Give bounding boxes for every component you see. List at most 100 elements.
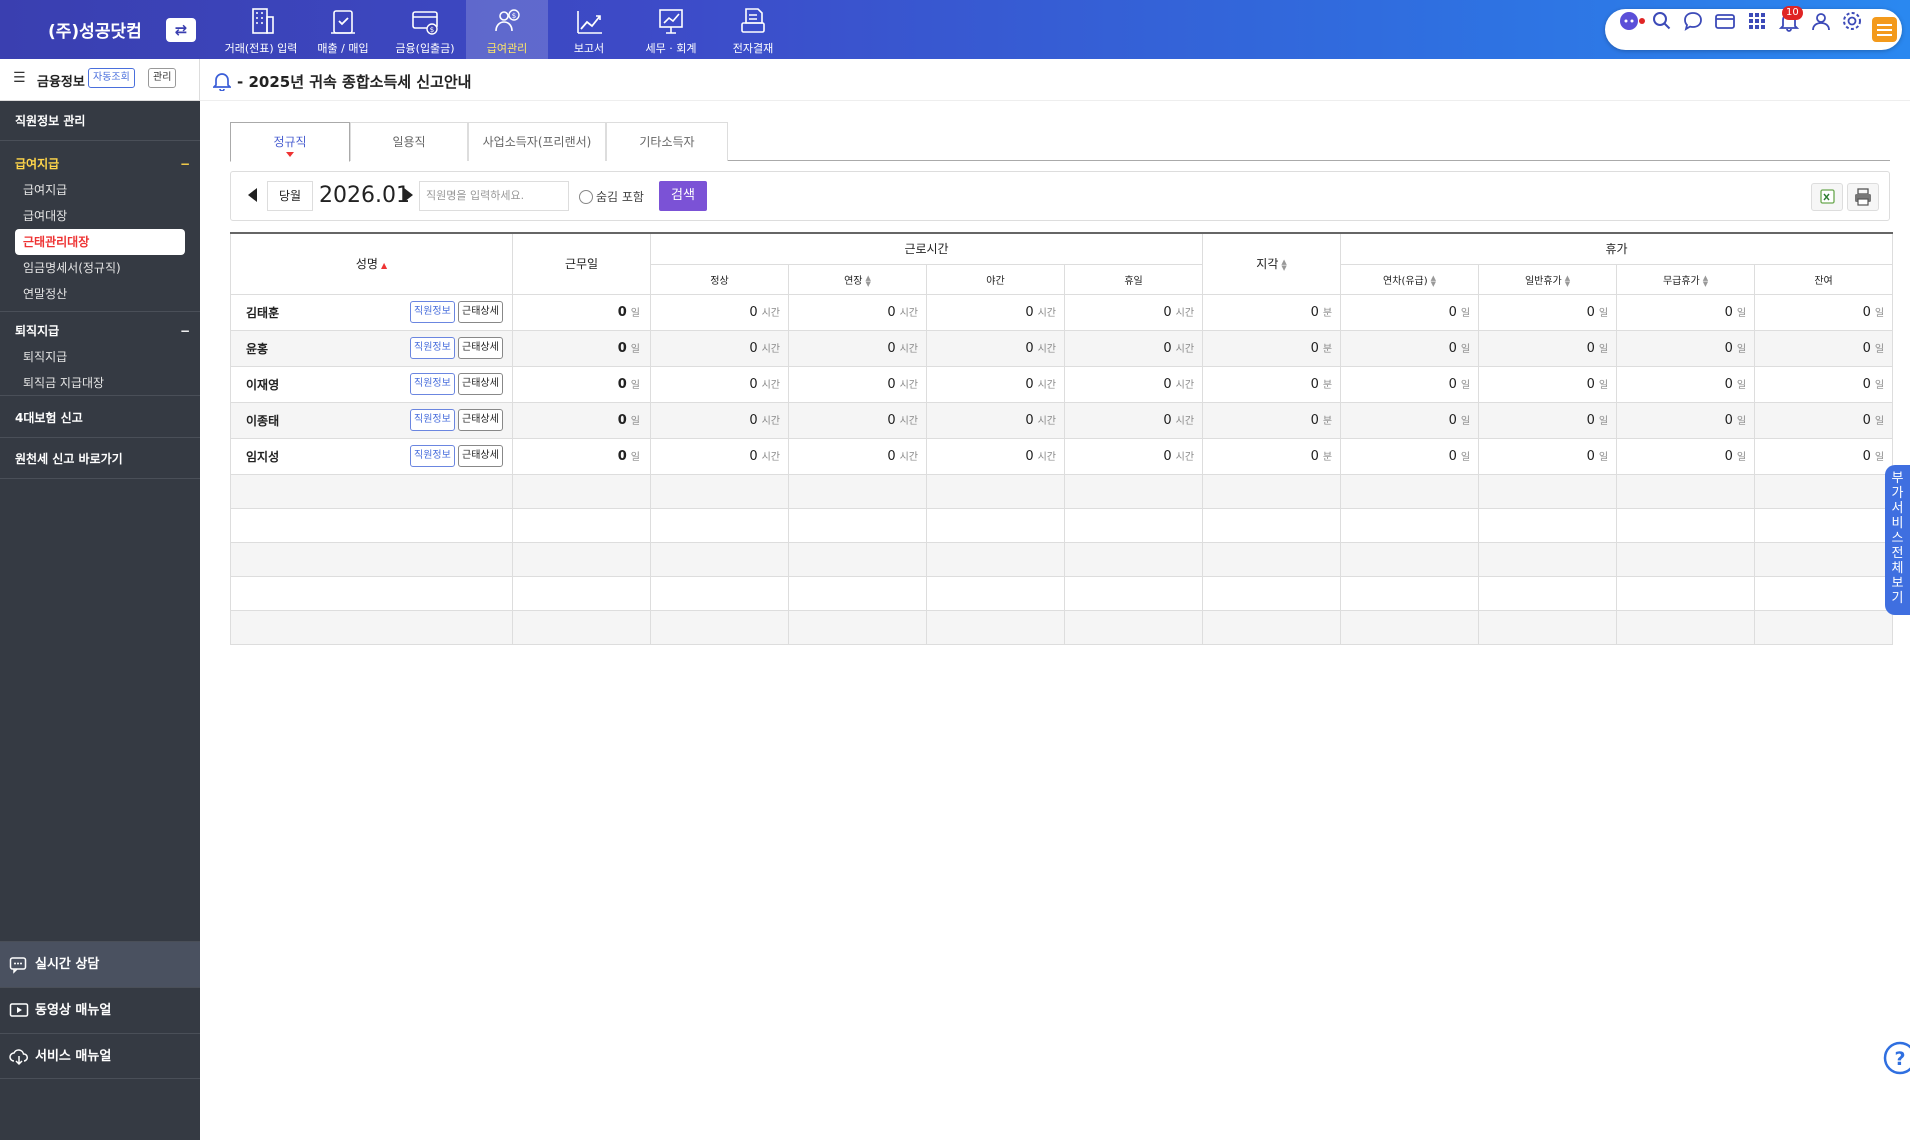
company-brand: (주)성공닷컴 ⇄	[0, 0, 200, 59]
company-name[interactable]: (주)성공닷컴	[48, 17, 142, 42]
nav-payroll[interactable]: $ 급여관리	[466, 0, 548, 59]
sidebar-item-salary-ledger[interactable]: 급여대장	[0, 203, 200, 229]
nav-tax-accounting[interactable]: 세무 · 회계	[630, 0, 712, 59]
col-general-leave-header[interactable]: 일반휴가 ▲ ▼	[1478, 263, 1618, 295]
col-late-header[interactable]: 지각 ▲ ▼	[1202, 232, 1342, 295]
attendance-detail-button[interactable]: 근태상세	[458, 444, 503, 467]
sort-icon[interactable]: ▲ ▼	[1431, 274, 1436, 287]
holiday-hours-value: 0	[1163, 377, 1172, 392]
live-consult-button[interactable]: 실시간 상담	[0, 941, 200, 987]
notice-title[interactable]: - 2025년 귀속 종합소득세 신고안내	[237, 71, 471, 92]
sidebar-item-insurance[interactable]: 4대보험 신고	[0, 398, 200, 438]
table-row[interactable]: 김태훈 직원정보 근태상세 0 일 0 시간 0 시간 0 시간 0 시간 0 분 0 일 0 일 0 일 0 일	[230, 293, 1894, 331]
nav-sales-purchase[interactable]: 매출 / 매입	[302, 0, 384, 59]
table-row[interactable]: 이재영 직원정보 근태상세 0 일 0 시간 0 시간 0 시간 0 시간 0 분 0 일 0 일 0 일 0 일	[230, 365, 1894, 403]
sidebar-item-salary-pay[interactable]: 급여지급	[0, 177, 200, 203]
attendance-detail-button[interactable]: 근태상세	[458, 336, 503, 359]
company-switch-icon[interactable]: ⇄	[166, 18, 196, 42]
col-workdays-header: 근무일	[512, 232, 651, 295]
nav-transaction-entry[interactable]: 거래(전표) 입력	[220, 0, 302, 59]
tab-other-income[interactable]: 기타소득자	[606, 122, 728, 161]
chatbot-icon[interactable]	[1618, 10, 1640, 32]
tab-daily[interactable]: 일용직	[350, 122, 468, 161]
employee-name-cell[interactable]: 김태훈 직원정보 근태상세	[230, 293, 513, 331]
sort-icon[interactable]: ▲ ▼	[1281, 258, 1286, 271]
presentation-chart-icon	[659, 9, 683, 34]
employee-name-cell[interactable]: 이종태 직원정보 근태상세	[230, 401, 513, 439]
extra-services-side-tab[interactable]: 부가서비스 전체보기	[1885, 465, 1910, 615]
service-manual-button[interactable]: 서비스 매뉴얼	[0, 1033, 200, 1079]
help-icon[interactable]: ?	[1882, 1040, 1910, 1076]
sort-icon[interactable]: ▲ ▼	[866, 274, 871, 287]
sidebar-item-payslip[interactable]: 임금명세서(정규직)	[0, 255, 200, 281]
table-row[interactable]: 이종태 직원정보 근태상세 0 일 0 시간 0 시간 0 시간 0 시간 0 분 0 일 0 일 0 일 0 일	[230, 401, 1894, 439]
workdays-value: 0	[617, 305, 627, 320]
apps-grid-icon[interactable]	[1746, 10, 1768, 32]
video-manual-button[interactable]: 동영상 매뉴얼	[0, 987, 200, 1033]
table-row[interactable]: 윤홍 직원정보 근태상세 0 일 0 시간 0 시간 0 시간 0 시간 0 분 0 일 0 일 0 일 0 일	[230, 329, 1894, 367]
sidebar-item-withholding[interactable]: 원천세 신고 바로가기	[0, 439, 200, 479]
next-month-icon[interactable]	[404, 188, 413, 202]
holiday-hours-cell: 0 시간	[1063, 365, 1204, 403]
attendance-detail-button[interactable]: 근태상세	[458, 300, 503, 323]
unit-hour: 시간	[899, 344, 918, 355]
chat-bubble-icon[interactable]	[1682, 10, 1704, 32]
card-icon[interactable]	[1714, 10, 1736, 32]
employee-name-cell[interactable]: 윤홍 직원정보 근태상세	[230, 329, 513, 367]
excel-export-button[interactable]	[1811, 183, 1843, 211]
employee-name-cell[interactable]: 임지성 직원정보 근태상세	[230, 437, 513, 475]
nav-label: 전자결재	[732, 42, 774, 55]
employee-name-cell[interactable]: 이재영 직원정보 근태상세	[230, 365, 513, 403]
collapse-icon[interactable]: −	[180, 151, 190, 177]
employee-info-button[interactable]: 직원정보	[410, 336, 455, 359]
attendance-detail-button[interactable]: 근태상세	[458, 408, 503, 431]
unit-day: 일	[1736, 416, 1747, 427]
service-manual-label: 서비스 매뉴얼	[35, 1049, 112, 1064]
hamburger-menu-icon[interactable]	[1872, 17, 1897, 42]
sidebar-item-retire-pay[interactable]: 퇴직지급	[0, 344, 200, 370]
sidebar-item-staff-info[interactable]: 직원정보 관리	[0, 101, 200, 141]
sort-asc-icon[interactable]: ▲	[381, 261, 387, 270]
sort-icon[interactable]: ▲ ▼	[1565, 274, 1570, 287]
auto-query-button[interactable]: 자동조회	[88, 68, 135, 88]
collapse-icon[interactable]: −	[180, 318, 190, 344]
gear-icon[interactable]	[1841, 10, 1863, 32]
col-overtime-header[interactable]: 연장 ▲ ▼	[788, 263, 927, 295]
sort-icon[interactable]: ▲ ▼	[1703, 274, 1708, 287]
salary-section-header[interactable]: 급여지급 −	[0, 151, 200, 177]
sidebar-item-retire-ledger[interactable]: 퇴직금 지급대장	[0, 370, 200, 396]
unit-day: 일	[1736, 452, 1747, 463]
user-icon[interactable]	[1810, 10, 1832, 32]
retirement-section-header[interactable]: 퇴직지급 −	[0, 318, 200, 344]
table-row[interactable]: 임지성 직원정보 근태상세 0 일 0 시간 0 시간 0 시간 0 시간 0 분 0 일 0 일 0 일 0 일	[230, 437, 1894, 475]
col-annual-header[interactable]: 연차(유급) ▲ ▼	[1340, 263, 1480, 295]
finance-manage-button[interactable]: 관리	[148, 68, 177, 88]
tab-freelancer[interactable]: 사업소득자(프리랜서)	[468, 122, 606, 161]
tab-regular[interactable]: 정규직	[230, 122, 350, 162]
late-cell: 0분	[1202, 329, 1342, 367]
employee-info-button[interactable]: 직원정보	[410, 372, 455, 395]
sidebar-item-attendance-ledger[interactable]: 근태관리대장	[15, 229, 185, 255]
empty-cell	[1478, 473, 1618, 509]
print-button[interactable]	[1847, 183, 1879, 211]
search-icon[interactable]	[1651, 10, 1673, 32]
include-hidden-radio[interactable]: 숨김 포함	[579, 188, 644, 205]
unit-day: 일	[630, 416, 640, 427]
employee-info-button[interactable]: 직원정보	[410, 300, 455, 323]
current-month-button[interactable]: 당월	[267, 181, 313, 211]
employee-info-button[interactable]: 직원정보	[410, 444, 455, 467]
attendance-detail-button[interactable]: 근태상세	[458, 372, 503, 395]
employee-search-input[interactable]: 직원명을 입력하세요.	[419, 181, 569, 211]
sidebar-item-year-end[interactable]: 연말정산	[0, 281, 200, 307]
search-button[interactable]: 검색	[659, 181, 707, 211]
nav-e-approval[interactable]: 전자결재	[712, 0, 794, 59]
empty-row	[230, 473, 1894, 509]
prev-month-icon[interactable]	[248, 188, 257, 202]
normal-hours-cell: 0 시간	[650, 401, 789, 439]
employee-info-button[interactable]: 직원정보	[410, 408, 455, 431]
col-name-header[interactable]: 성명 ▲	[230, 232, 513, 295]
col-unpaid-leave-header[interactable]: 무급휴가 ▲ ▼	[1616, 263, 1756, 295]
nav-report[interactable]: 보고서	[548, 0, 630, 59]
workdays-cell: 0일	[512, 365, 651, 403]
nav-finance[interactable]: $ 금융(입출금)	[384, 0, 466, 59]
